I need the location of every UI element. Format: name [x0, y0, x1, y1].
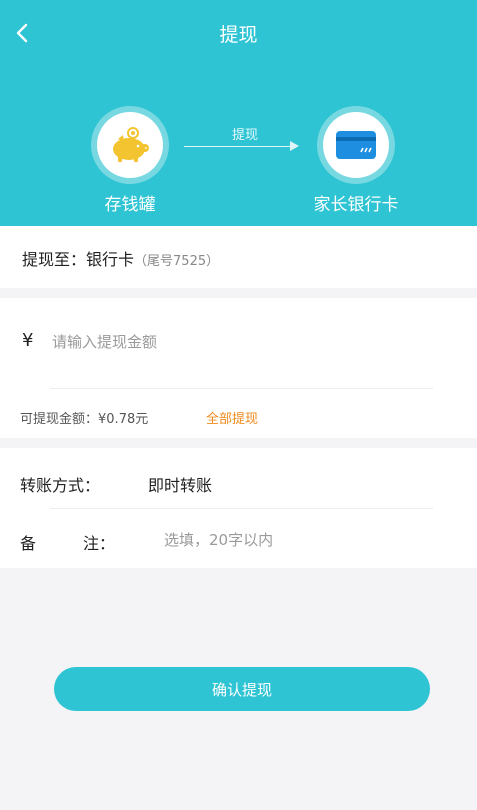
currency-symbol: ¥	[22, 330, 34, 351]
amount-section: ¥ 可提现金额：¥0.78元 全部提现	[0, 298, 477, 438]
page-title: 提现	[219, 24, 258, 46]
available-label: 可提现金额：	[20, 412, 99, 427]
method-label: 转账方式：	[20, 476, 101, 495]
divider	[50, 388, 433, 389]
destination-tail: （尾号7525）	[134, 254, 220, 269]
to-label: 家长银行卡	[313, 195, 399, 215]
amount-input[interactable]	[52, 328, 422, 356]
destination-text: 提现至：银行卡（尾号7525）	[22, 246, 219, 270]
note-label: 备 注：	[20, 530, 115, 554]
available-amount: 可提现金额：¥0.78元	[20, 408, 148, 427]
arrow-line	[184, 146, 296, 147]
method-value[interactable]: 即时转账	[148, 472, 212, 496]
available-value: ¥0.78元	[98, 412, 149, 427]
arrow-label: 提现	[231, 128, 258, 143]
piggy-bank-node: 存钱罐	[85, 112, 175, 215]
destination-value: 银行卡	[86, 250, 135, 269]
piggy-bank-icon	[97, 112, 163, 178]
withdraw-all-link[interactable]: 全部提现	[206, 408, 258, 427]
destination-row[interactable]: 提现至：银行卡（尾号7525）	[0, 226, 477, 288]
bank-card-icon	[323, 112, 389, 178]
destination-label: 提现至：	[22, 250, 87, 269]
from-label: 存钱罐	[104, 195, 156, 215]
method-section: 转账方式： 即时转账 备 注：	[0, 448, 477, 568]
confirm-withdraw-button[interactable]: 确认提现	[54, 667, 430, 711]
note-input[interactable]	[164, 526, 444, 554]
note-label-last: 注：	[83, 534, 116, 553]
header: 提现 存钱罐 提现 家长银行卡	[0, 0, 477, 226]
note-label-first: 备	[20, 534, 37, 553]
bank-card-node: 家长银行卡	[296, 112, 416, 215]
divider	[50, 508, 433, 509]
